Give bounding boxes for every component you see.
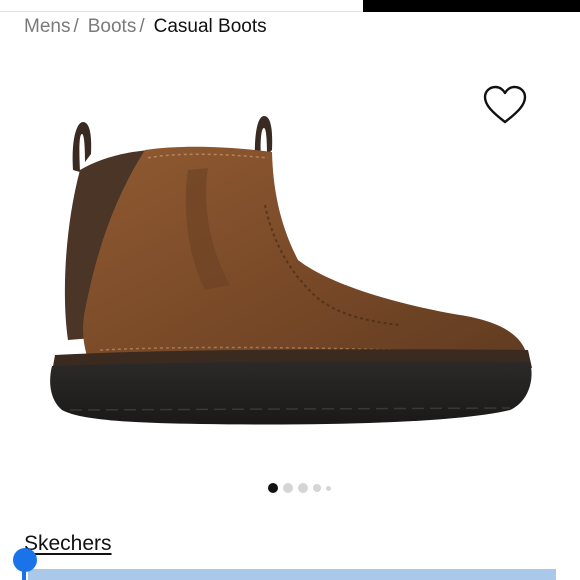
breadcrumb-separator: / [73, 16, 79, 37]
brand-link[interactable]: Skechers [24, 532, 112, 556]
breadcrumb-link-boots[interactable]: Boots [88, 16, 137, 37]
carousel-dot[interactable] [313, 484, 321, 492]
product-image[interactable] [40, 110, 540, 440]
breadcrumb-link-mens[interactable]: Mens [24, 16, 70, 37]
image-carousel-dots [268, 483, 331, 493]
boot-illustration [50, 116, 532, 425]
breadcrumb-separator: / [139, 16, 145, 37]
info-banner [28, 569, 556, 580]
breadcrumb: Mens / Boots / Casual Boots [24, 16, 267, 38]
carousel-dot-active[interactable] [268, 483, 278, 493]
breadcrumb-current: Casual Boots [153, 16, 267, 37]
carousel-dot[interactable] [283, 483, 293, 493]
top-black-bar [363, 0, 580, 12]
floating-action-button[interactable] [13, 548, 37, 572]
carousel-dot[interactable] [326, 485, 331, 491]
top-divider [0, 0, 363, 12]
carousel-dot[interactable] [298, 483, 308, 493]
